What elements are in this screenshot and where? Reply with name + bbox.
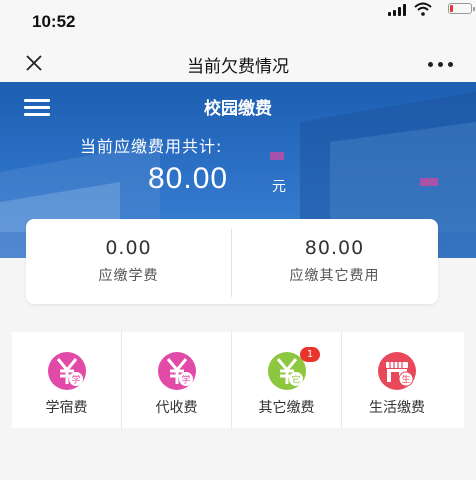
tuition-due-label: 应缴学费 — [98, 268, 159, 284]
other-fees-due-value: 80.00 — [304, 237, 365, 259]
menu-item-living-payments[interactable]: 生 生活缴费 — [342, 332, 452, 428]
other-fees-due[interactable]: 80.00 应缴其它费用 — [232, 219, 437, 304]
menu-item-other-payments[interactable]: 它 其它缴费 — [232, 332, 342, 428]
status-bar: 10:52 — [0, 0, 476, 44]
menu-item-label: 生活缴费 — [369, 400, 425, 416]
notification-badge: 1 — [300, 347, 320, 362]
menu-item-collection-fees[interactable]: 学 代收费 — [122, 332, 232, 428]
yuan-coin-icon: 学 — [158, 352, 196, 390]
wifi-icon — [414, 2, 432, 16]
banner-title: 校园缴费 — [204, 99, 272, 119]
menu-item-label: 代收费 — [155, 400, 198, 416]
tuition-due[interactable]: 0.00 应缴学费 — [26, 219, 231, 304]
yuan-coin-icon: 学 — [48, 352, 86, 390]
menu-item-label: 学宿费 — [45, 400, 88, 416]
fee-summary-card: 0.00 应缴学费 80.00 应缴其它费用 — [26, 219, 438, 304]
svg-text:学: 学 — [71, 374, 80, 386]
battery-icon — [448, 3, 475, 14]
menu-item-tuition-lodging[interactable]: 学 学宿费 — [12, 332, 122, 428]
signal-icon — [388, 4, 406, 16]
menu-item-label: 其它缴费 — [258, 400, 315, 416]
payment-menu-grid: 学 学宿费 学 代收费 它 其它缴费 生 生活缴费 — [12, 332, 464, 428]
total-amount: 80.00 — [148, 162, 229, 195]
svg-text:学: 学 — [181, 374, 190, 386]
status-time: 10:52 — [32, 12, 76, 31]
shop-icon: 生 — [378, 352, 416, 390]
nav-bar: 当前欠费情况 — [0, 44, 476, 82]
currency-unit: 元 — [272, 179, 286, 195]
svg-text:生: 生 — [401, 374, 410, 386]
tuition-due-value: 0.00 — [105, 237, 152, 259]
svg-text:它: 它 — [291, 374, 300, 386]
more-icon[interactable] — [428, 62, 454, 68]
other-fees-due-label: 应缴其它费用 — [289, 268, 380, 284]
total-label: 当前应缴费用共计: — [80, 137, 223, 156]
page-title: 当前欠费情况 — [187, 57, 289, 77]
